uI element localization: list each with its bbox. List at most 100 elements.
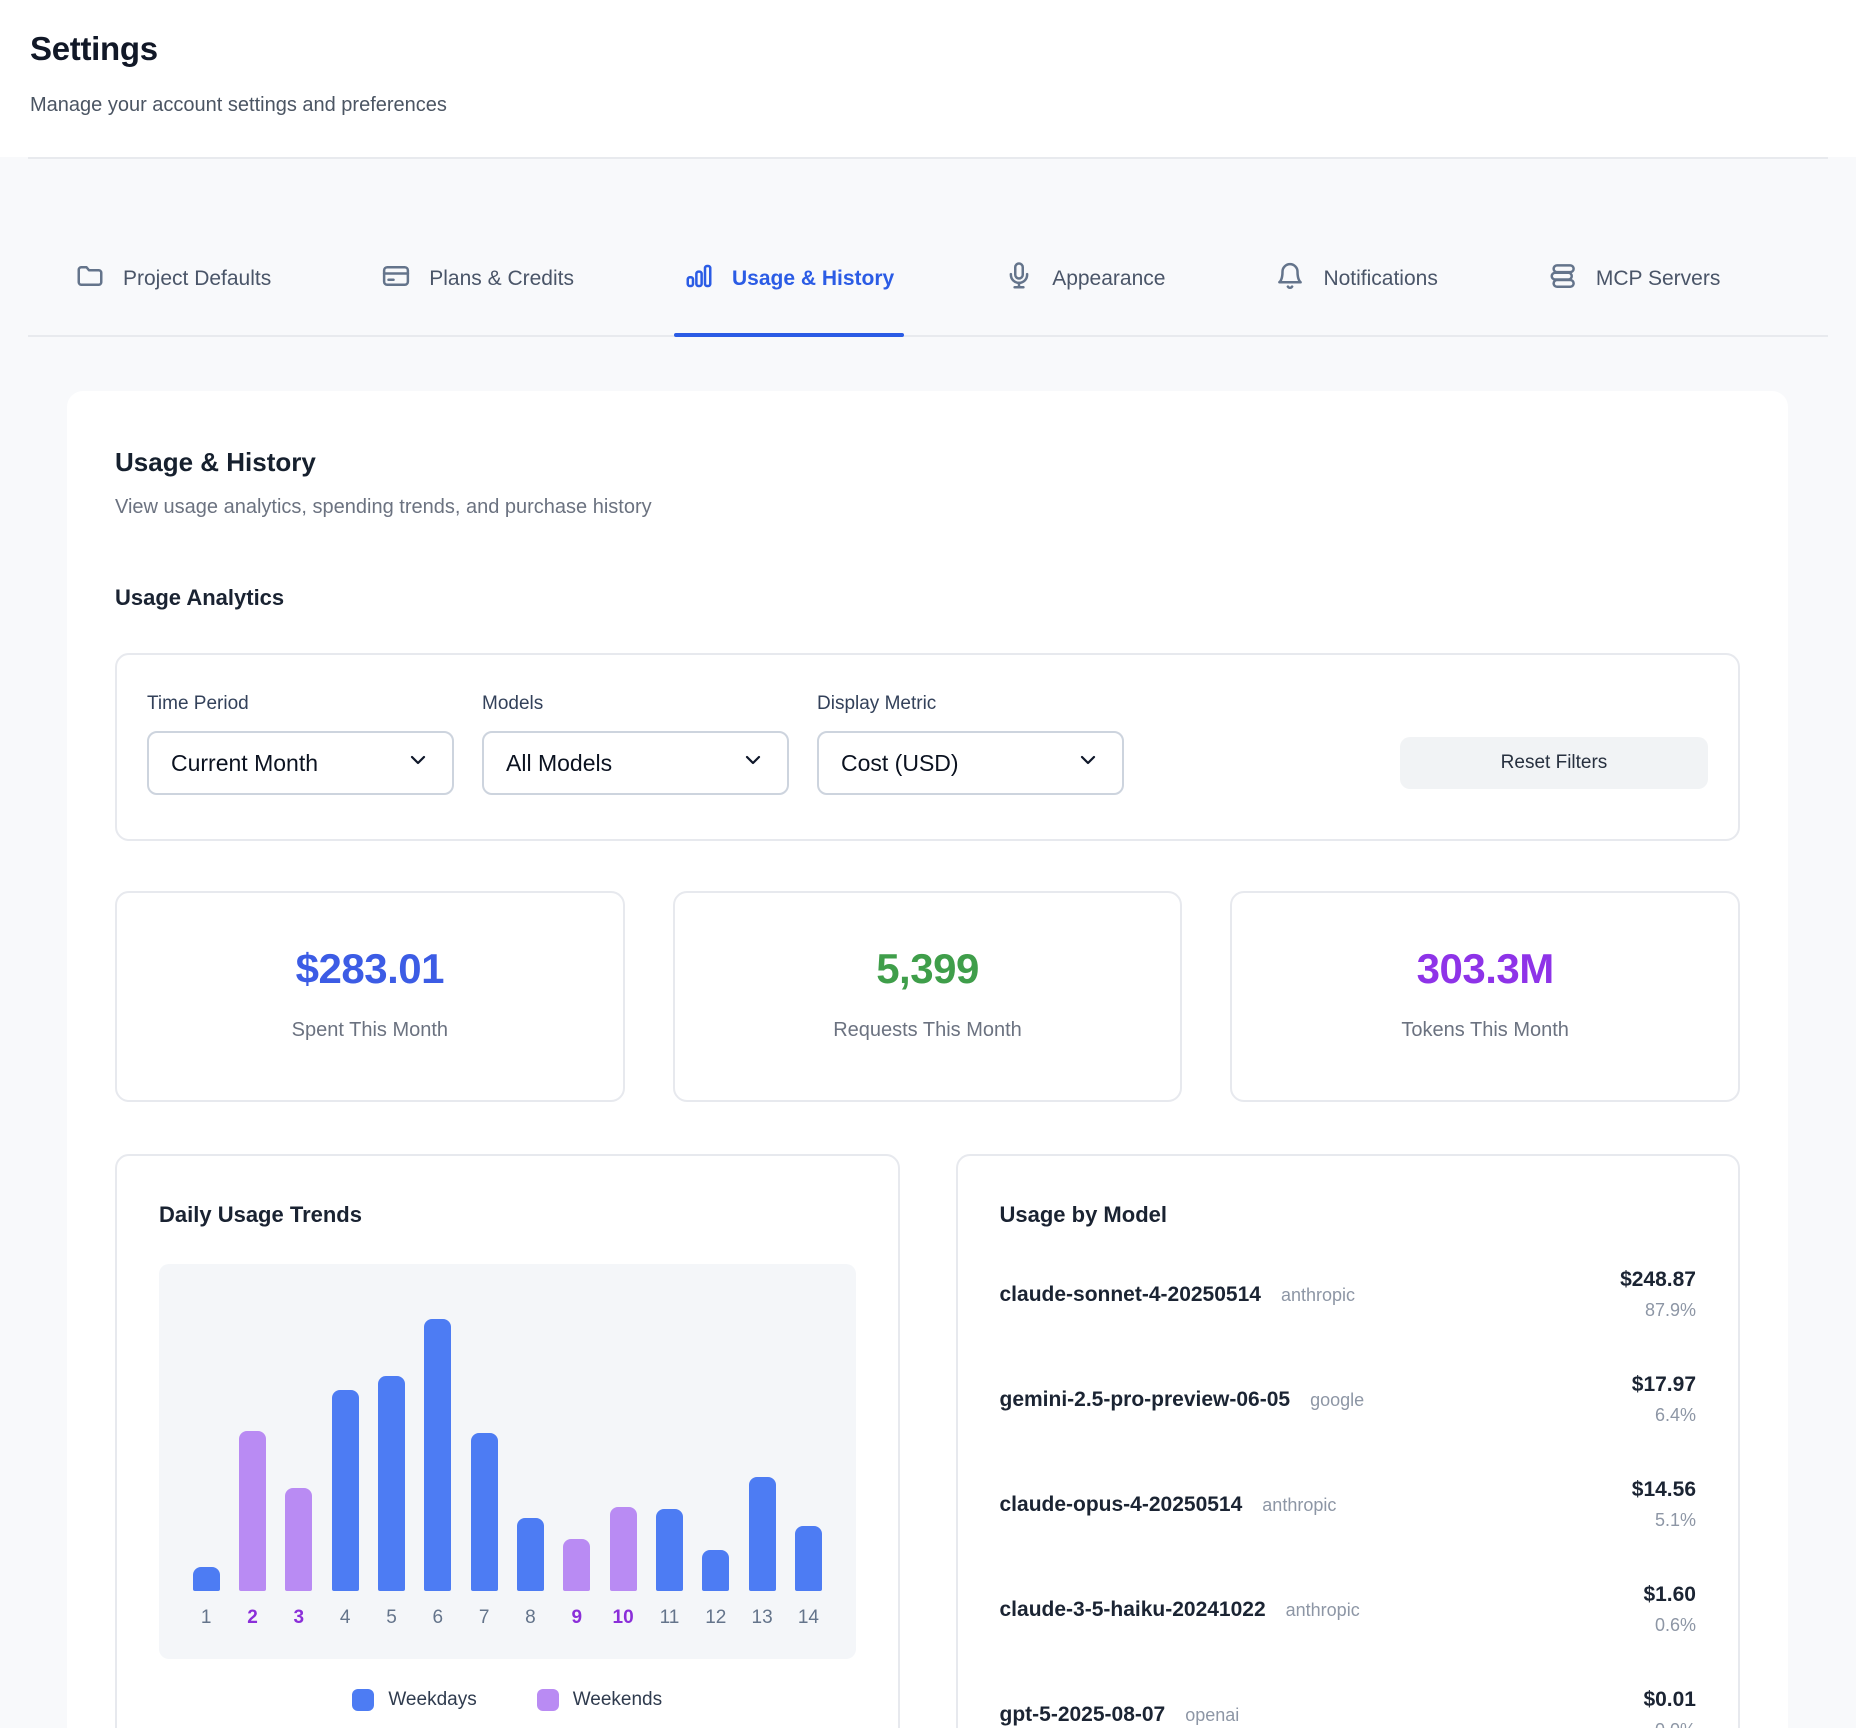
legend-label-weekends: Weekends bbox=[573, 1689, 662, 1711]
display-metric-filter: Display Metric Cost (USD) bbox=[817, 693, 1124, 795]
requests-value: 5,399 bbox=[695, 945, 1161, 993]
bar-column: 3 bbox=[276, 1488, 322, 1629]
model-info: gemini-2.5-pro-preview-06-05 google bbox=[1000, 1388, 1365, 1412]
x-tick-label: 12 bbox=[705, 1607, 726, 1629]
legend-item-weekdays: Weekdays bbox=[352, 1689, 476, 1711]
usage-by-model-card: Usage by Model claude-sonnet-4-20250514a… bbox=[956, 1154, 1741, 1728]
models-filter: Models All Models bbox=[482, 693, 789, 795]
settings-tab-bar: Project Defaults Plans & Credits Usage &… bbox=[28, 159, 1828, 337]
tab-plans-credits[interactable]: Plans & Credits bbox=[381, 159, 574, 335]
model-cost: $14.56 bbox=[1632, 1478, 1696, 1502]
tokens-label: Tokens This Month bbox=[1252, 1019, 1718, 1042]
bar-column: 6 bbox=[415, 1319, 461, 1629]
display-metric-label: Display Metric bbox=[817, 693, 1124, 715]
chart-legend: Weekdays Weekends bbox=[159, 1689, 856, 1711]
model-name: claude-sonnet-4-20250514 bbox=[1000, 1283, 1261, 1307]
spent-label: Spent This Month bbox=[137, 1019, 603, 1042]
model-name: claude-opus-4-20250514 bbox=[1000, 1493, 1243, 1517]
requests-label: Requests This Month bbox=[695, 1019, 1161, 1042]
x-tick-label: 10 bbox=[613, 1607, 634, 1629]
model-share-percent: 5.1% bbox=[1632, 1510, 1696, 1531]
bar-column: 5 bbox=[368, 1376, 414, 1629]
x-tick-label: 13 bbox=[752, 1607, 773, 1629]
bar-chart-icon bbox=[684, 261, 714, 297]
charts-row: Daily Usage Trends 1234567891011121314 W… bbox=[115, 1154, 1740, 1728]
model-provider: openai bbox=[1185, 1705, 1239, 1726]
usage-by-model-title: Usage by Model bbox=[1000, 1202, 1697, 1228]
bar-column: 8 bbox=[507, 1518, 553, 1629]
x-tick-label: 5 bbox=[386, 1607, 397, 1629]
credit-card-icon bbox=[381, 261, 411, 297]
daily-usage-trends-title: Daily Usage Trends bbox=[159, 1202, 856, 1228]
model-cost: $0.01 bbox=[1643, 1688, 1696, 1712]
model-cost: $17.97 bbox=[1632, 1373, 1696, 1397]
model-info: claude-sonnet-4-20250514anthropic bbox=[1000, 1283, 1356, 1307]
models-value: All Models bbox=[506, 750, 612, 777]
model-row: claude-sonnet-4-20250514anthropic $248.87… bbox=[1000, 1242, 1697, 1347]
model-cost-block: $248.87 87.9% bbox=[1620, 1268, 1696, 1321]
section-title: Usage & History bbox=[115, 447, 1740, 478]
weekday-usage-bar bbox=[517, 1518, 544, 1591]
microphone-icon bbox=[1004, 261, 1034, 297]
bar-column: 10 bbox=[600, 1507, 646, 1629]
tab-mcp-servers[interactable]: MCP Servers bbox=[1548, 159, 1720, 335]
model-name: gpt-5-2025-08-07 bbox=[1000, 1703, 1166, 1727]
legend-swatch-weekends bbox=[537, 1689, 559, 1711]
bar-column: 13 bbox=[739, 1477, 785, 1629]
weekend-usage-bar bbox=[563, 1539, 590, 1591]
tab-project-defaults[interactable]: Project Defaults bbox=[75, 159, 271, 335]
usage-history-panel: Usage & History View usage analytics, sp… bbox=[67, 391, 1788, 1728]
usage-analytics-heading: Usage Analytics bbox=[115, 585, 1740, 611]
models-select[interactable]: All Models bbox=[482, 731, 789, 795]
x-tick-label: 4 bbox=[340, 1607, 351, 1629]
model-cost-block: $14.56 5.1% bbox=[1632, 1478, 1696, 1531]
page-title: Settings bbox=[30, 30, 1822, 68]
weekday-usage-bar bbox=[471, 1433, 498, 1591]
model-rows: claude-sonnet-4-20250514anthropic$248.87… bbox=[1000, 1242, 1697, 1728]
chevron-down-icon bbox=[1076, 748, 1100, 778]
tab-label: Plans & Credits bbox=[429, 267, 574, 291]
time-period-select[interactable]: Current Month bbox=[147, 731, 454, 795]
tab-notifications[interactable]: Notifications bbox=[1275, 159, 1437, 335]
legend-item-weekends: Weekends bbox=[537, 1689, 662, 1711]
x-tick-label: 14 bbox=[798, 1607, 819, 1629]
tab-label: Notifications bbox=[1323, 267, 1437, 291]
x-tick-label: 7 bbox=[479, 1607, 490, 1629]
models-label: Models bbox=[482, 693, 789, 715]
daily-usage-trends-card: Daily Usage Trends 1234567891011121314 W… bbox=[115, 1154, 900, 1728]
reset-filters-button[interactable]: Reset Filters bbox=[1400, 737, 1708, 789]
tab-label: Project Defaults bbox=[123, 267, 271, 291]
display-metric-select[interactable]: Cost (USD) bbox=[817, 731, 1124, 795]
tab-label: Usage & History bbox=[732, 267, 894, 291]
model-name: gemini-2.5-pro-preview-06-05 bbox=[1000, 1388, 1291, 1412]
model-provider: anthropic bbox=[1286, 1600, 1360, 1621]
folder-icon bbox=[75, 261, 105, 297]
x-tick-label: 3 bbox=[294, 1607, 305, 1629]
section-subtitle: View usage analytics, spending trends, a… bbox=[115, 496, 1740, 519]
x-tick-label: 2 bbox=[247, 1607, 258, 1629]
tab-usage-history[interactable]: Usage & History bbox=[684, 159, 894, 335]
model-cost-block: $1.600.6% bbox=[1643, 1583, 1696, 1636]
time-period-label: Time Period bbox=[147, 693, 454, 715]
tokens-value: 303.3M bbox=[1252, 945, 1718, 993]
stat-card-spent: $283.01 Spent This Month bbox=[115, 891, 625, 1102]
weekday-usage-bar bbox=[795, 1526, 822, 1591]
bell-icon bbox=[1275, 261, 1305, 297]
time-period-filter: Time Period Current Month bbox=[147, 693, 454, 795]
model-share-percent: 87.9% bbox=[1620, 1300, 1696, 1321]
tab-appearance[interactable]: Appearance bbox=[1004, 159, 1165, 335]
model-info: claude-opus-4-20250514anthropic bbox=[1000, 1493, 1337, 1517]
weekend-usage-bar bbox=[239, 1431, 266, 1591]
x-tick-label: 6 bbox=[433, 1607, 444, 1629]
model-cost: $248.87 bbox=[1620, 1268, 1696, 1292]
page-header: Settings Manage your account settings an… bbox=[0, 0, 1856, 157]
weekday-usage-bar bbox=[193, 1567, 220, 1591]
model-info: gpt-5-2025-08-07 openai bbox=[1000, 1703, 1240, 1727]
model-cost: $1.60 bbox=[1643, 1583, 1696, 1607]
model-name: claude-3-5-haiku-20241022 bbox=[1000, 1598, 1266, 1622]
bar-column: 4 bbox=[322, 1390, 368, 1629]
model-provider: google bbox=[1310, 1390, 1364, 1411]
chevron-down-icon bbox=[406, 748, 430, 778]
model-row: claude-opus-4-20250514anthropic $14.56 5.1… bbox=[1000, 1452, 1697, 1557]
x-tick-label: 1 bbox=[201, 1607, 212, 1629]
